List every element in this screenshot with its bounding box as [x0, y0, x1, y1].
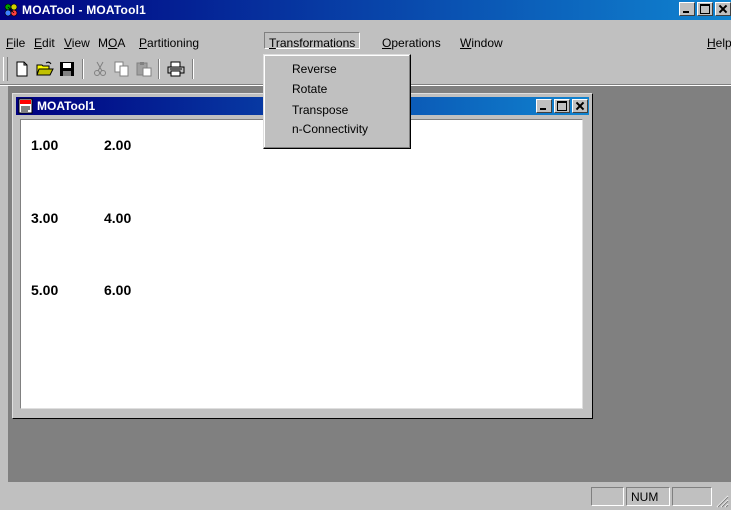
- menu-item-reverse[interactable]: Reverse: [292, 62, 337, 76]
- copy-button[interactable]: [111, 59, 133, 79]
- save-icon: [60, 62, 74, 76]
- toolbar-separator: [192, 59, 194, 79]
- value-cell: 1.00: [31, 137, 59, 153]
- transformations-menu: Reverse Rotate Transpose n-Connectivity: [263, 54, 411, 149]
- menu-mnemonic: O: [108, 36, 118, 50]
- print-button[interactable]: [165, 59, 187, 79]
- menu-edit[interactable]: Edit: [34, 36, 55, 50]
- value-cell: 6.00: [104, 282, 132, 298]
- menu-label-part: indow: [471, 36, 503, 50]
- new-button[interactable]: [11, 59, 33, 79]
- child-maximize-button[interactable]: [554, 99, 570, 113]
- open-icon: [36, 61, 54, 76]
- document-view[interactable]: 1.00 2.00 3.00 4.00 5.00 6.00: [20, 119, 583, 409]
- menu-item-n-connectivity[interactable]: n-Connectivity: [292, 122, 368, 136]
- menu-transformations[interactable]: Transformations: [264, 32, 361, 50]
- menu-bar: File Edit View MOA Partitioning Transfor…: [0, 32, 731, 52]
- paste-icon: [136, 62, 152, 77]
- app-icon[interactable]: [3, 2, 19, 18]
- save-button[interactable]: [56, 59, 78, 79]
- value-cell: 5.00: [31, 282, 59, 298]
- open-button[interactable]: [34, 59, 56, 79]
- toolbar-grip[interactable]: [3, 57, 8, 81]
- window-caption-buttons: [679, 2, 731, 18]
- menu-item-transpose[interactable]: Transpose: [292, 103, 348, 117]
- value-cell: 2.00: [104, 137, 132, 153]
- menu-item-rotate[interactable]: Rotate: [292, 82, 327, 96]
- child-window-title: MOATool1: [37, 99, 96, 113]
- maximize-button[interactable]: [697, 2, 713, 16]
- menu-mnemonic: W: [460, 36, 472, 50]
- menu-label-part: M: [98, 36, 108, 50]
- menu-operations[interactable]: Operations: [382, 36, 441, 50]
- main-title-bar[interactable]: MOATool - MOATool1: [0, 0, 731, 20]
- menu-file[interactable]: File: [6, 36, 25, 50]
- menu-mnemonic: E: [34, 36, 43, 50]
- menu-mnemonic: O: [382, 36, 392, 50]
- minimize-button[interactable]: [679, 2, 695, 16]
- menu-mnemonic: P: [139, 36, 148, 50]
- child-minimize-button[interactable]: [536, 99, 552, 113]
- child-close-button[interactable]: [572, 99, 588, 113]
- status-pane-caps: [591, 487, 624, 506]
- menu-mnemonic: V: [64, 36, 72, 50]
- menu-label-part: ile: [13, 36, 26, 50]
- paste-button[interactable]: [133, 59, 155, 79]
- menu-label-part: dit: [42, 36, 55, 50]
- status-bar: NUM: [0, 484, 731, 510]
- status-pane-scroll: [672, 487, 712, 506]
- menu-view[interactable]: View: [64, 36, 90, 50]
- status-pane-num: NUM: [626, 487, 670, 506]
- help-rest: elp: [715, 36, 731, 50]
- menu-label-part: perations: [391, 36, 441, 50]
- close-button[interactable]: [715, 2, 731, 16]
- cut-button[interactable]: [89, 59, 111, 79]
- menu-label-part: ransformations: [275, 36, 356, 50]
- menu-mnemonic: T: [269, 36, 276, 50]
- help-mnemonic: H: [707, 36, 716, 50]
- menu-window[interactable]: Window: [460, 36, 503, 50]
- toolbar-separator: [82, 59, 84, 79]
- menu-label-part: A: [117, 36, 126, 50]
- menu-moa[interactable]: MOA: [98, 36, 125, 50]
- menu-label-part: artitioning: [147, 36, 200, 50]
- cut-icon: [94, 61, 106, 76]
- resize-grip-icon[interactable]: [715, 494, 729, 508]
- child-caption-buttons: [536, 99, 588, 113]
- menu-partitioning[interactable]: Partitioning: [139, 36, 199, 50]
- value-cell: 4.00: [104, 210, 132, 226]
- value-cell: 3.00: [31, 210, 59, 226]
- new-icon: [16, 61, 28, 77]
- menu-help[interactable]: Help: [707, 36, 731, 50]
- print-icon: [167, 61, 185, 77]
- toolbar-separator: [158, 59, 160, 79]
- menu-label-part: iew: [71, 36, 90, 50]
- copy-icon: [114, 61, 129, 77]
- window-title: MOATool - MOATool1: [22, 3, 147, 17]
- document-icon[interactable]: [18, 98, 34, 114]
